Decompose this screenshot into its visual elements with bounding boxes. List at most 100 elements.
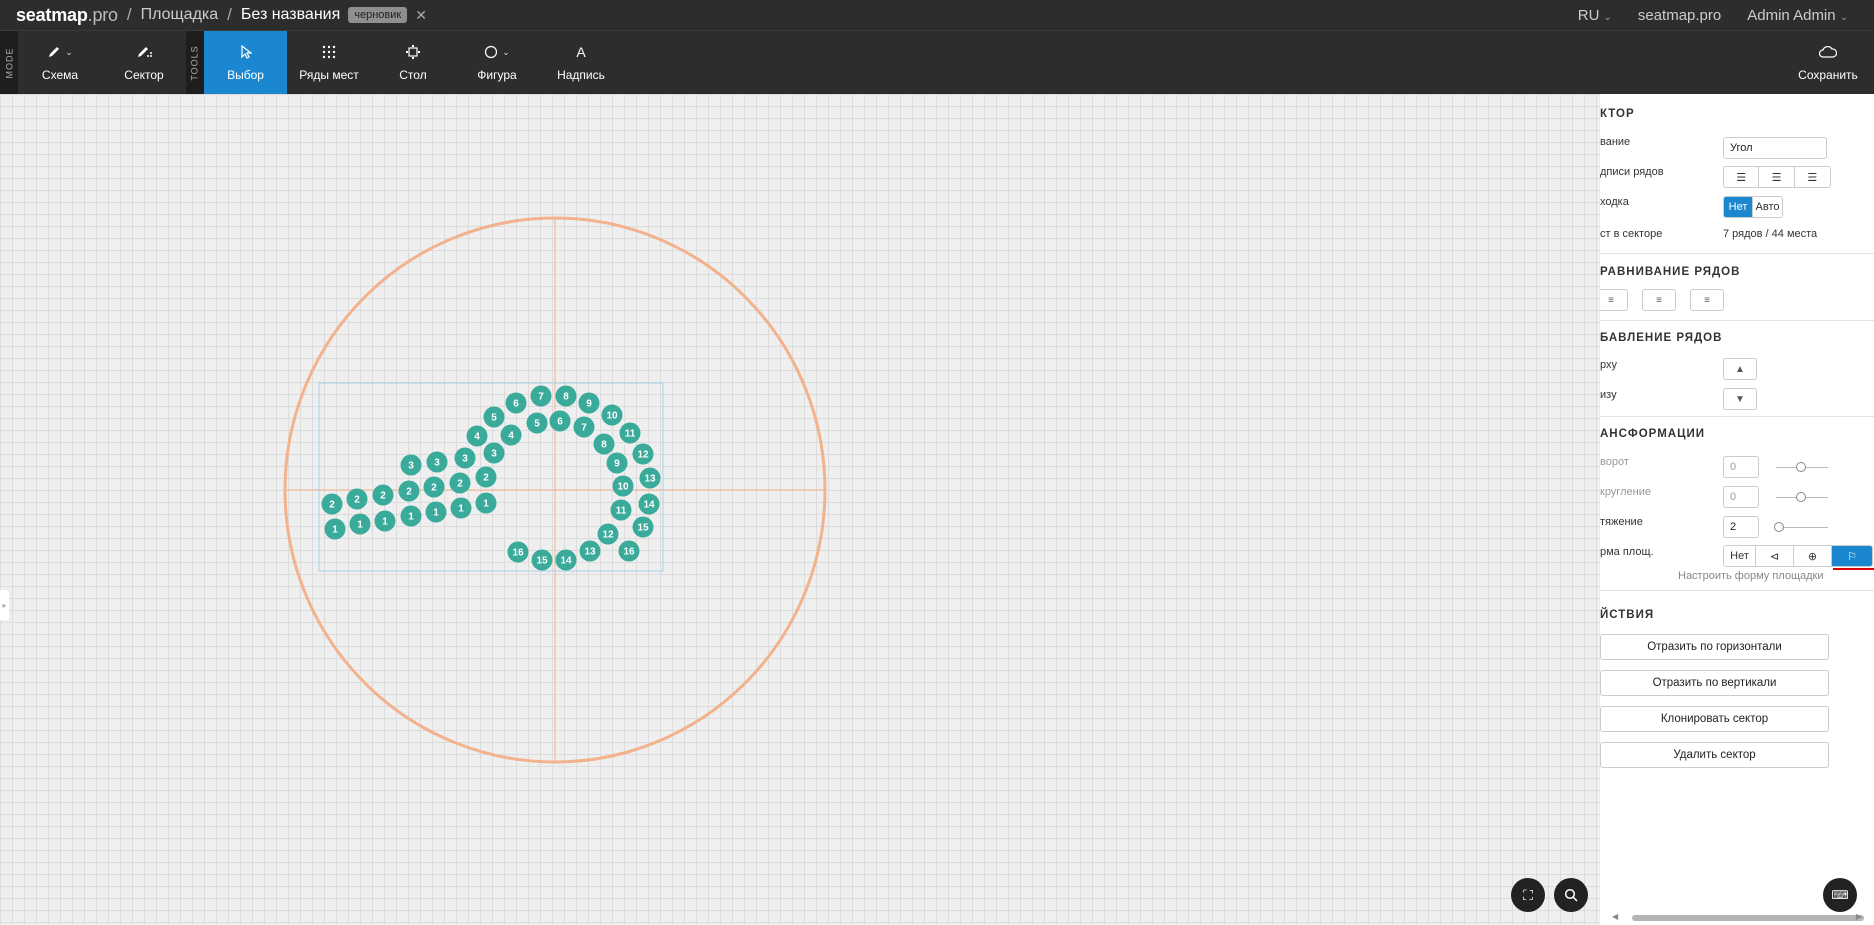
flip-horizontal-button[interactable]: Отразить по горизонтали xyxy=(1600,634,1829,660)
shape-option-none[interactable]: Нет xyxy=(1724,546,1756,566)
user-menu[interactable]: Admin Admin ⌄ xyxy=(1747,7,1848,24)
lead-option-auto[interactable]: Авто xyxy=(1753,197,1782,217)
tool-shape[interactable]: ⌄ Фигура xyxy=(455,31,539,95)
flip-vertical-button[interactable]: Отразить по вертикали xyxy=(1600,670,1829,696)
seat[interactable]: 3 xyxy=(426,451,448,473)
breadcrumb-current[interactable]: Без названия xyxy=(241,6,340,24)
seat[interactable]: 12 xyxy=(632,443,654,465)
seat[interactable]: 2 xyxy=(475,466,497,488)
align-left-button[interactable]: ≡ xyxy=(1600,289,1628,311)
zoom-search-button[interactable] xyxy=(1554,878,1588,912)
seat[interactable]: 1 xyxy=(450,497,472,519)
seat[interactable]: 12 xyxy=(597,523,619,545)
tool-table[interactable]: Стол xyxy=(371,31,455,95)
tool-sector[interactable]: Сектор xyxy=(102,31,186,95)
rotate-slider-knob[interactable] xyxy=(1796,462,1806,472)
seat[interactable]: 2 xyxy=(423,476,445,498)
round-slider-knob[interactable] xyxy=(1796,492,1806,502)
seat[interactable]: 14 xyxy=(638,493,660,515)
language-selector[interactable]: RU ⌄ xyxy=(1578,7,1612,24)
seat[interactable]: 2 xyxy=(398,480,420,502)
breadcrumb-venue[interactable]: Площадка xyxy=(141,6,219,24)
align-center-button[interactable]: ≡ xyxy=(1642,289,1676,311)
seat[interactable]: 15 xyxy=(632,516,654,538)
delete-sector-button[interactable]: Удалить сектор xyxy=(1600,742,1829,768)
lead-option-none[interactable]: Нет xyxy=(1724,197,1754,217)
stretch-slider-knob[interactable] xyxy=(1774,522,1784,532)
stretch-input[interactable] xyxy=(1723,516,1759,538)
seat[interactable]: 4 xyxy=(500,424,522,446)
panel-horizontal-scrollbar[interactable]: ◀ ▶ xyxy=(1612,912,1864,922)
seat[interactable]: 6 xyxy=(549,410,571,432)
seat[interactable]: 9 xyxy=(578,392,600,414)
tool-rows[interactable]: Ряды мест xyxy=(287,31,371,95)
circle-shape[interactable] xyxy=(283,216,827,764)
seat[interactable]: 15 xyxy=(531,549,553,571)
shape-option-arc[interactable]: ⊕ xyxy=(1794,546,1832,566)
seat[interactable]: 2 xyxy=(372,484,394,506)
seat[interactable]: 2 xyxy=(346,488,368,510)
seat[interactable]: 1 xyxy=(400,505,422,527)
row-labels-left-option[interactable]: ☰ xyxy=(1724,167,1760,187)
seat[interactable]: 8 xyxy=(555,385,577,407)
sector-seats[interactable]: 1 1 1 1 1 1 12 2 2 2 2 223 3 3 34 455667 891011121314151… xyxy=(321,385,661,571)
seat[interactable]: 10 xyxy=(601,404,623,426)
seat[interactable]: 11 xyxy=(619,422,641,444)
seat[interactable]: 13 xyxy=(579,540,601,562)
clone-sector-button[interactable]: Клонировать сектор xyxy=(1600,706,1829,732)
rotate-slider[interactable] xyxy=(1776,462,1828,472)
add-row-bottom-button[interactable]: ▼ xyxy=(1723,388,1757,410)
seat[interactable]: 16 xyxy=(618,540,640,562)
site-link[interactable]: seatmap.pro xyxy=(1638,7,1721,24)
rotate-input[interactable] xyxy=(1723,456,1759,478)
tool-schema[interactable]: ⌄ Схема xyxy=(18,31,102,95)
tool-select[interactable]: Выбор xyxy=(204,31,287,95)
stretch-slider[interactable] xyxy=(1774,522,1828,532)
add-row-top-button[interactable]: ▲ xyxy=(1723,358,1757,380)
seat[interactable]: 9 xyxy=(606,452,628,474)
seat[interactable]: 3 xyxy=(454,447,476,469)
seat-number: 15 xyxy=(536,556,548,567)
seat[interactable]: 7 xyxy=(530,385,552,407)
seat[interactable]: 16 xyxy=(507,541,529,563)
shape-option-fan[interactable]: ⊲ xyxy=(1756,546,1794,566)
round-slider[interactable] xyxy=(1776,492,1828,502)
seat[interactable]: 8 xyxy=(593,433,615,455)
fullscreen-button[interactable]: ⛶ xyxy=(1511,878,1545,912)
seat[interactable]: 3 xyxy=(483,442,505,464)
align-right-button[interactable]: ≡ xyxy=(1690,289,1724,311)
seat[interactable]: 1 xyxy=(475,492,497,514)
keyboard-shortcuts-button[interactable]: ⌨ xyxy=(1823,878,1857,912)
seat[interactable]: 1 xyxy=(349,513,371,535)
seat[interactable]: 4 xyxy=(466,425,488,447)
logo[interactable]: seatmap.pro xyxy=(16,5,118,26)
round-input[interactable] xyxy=(1723,486,1759,508)
seat[interactable]: 1 xyxy=(374,510,396,532)
seat[interactable]: 2 xyxy=(449,472,471,494)
left-panel-toggle[interactable]: ▸ xyxy=(0,590,9,620)
shape-option-flag[interactable]: ⚐ xyxy=(1832,546,1872,566)
configure-shape-link[interactable]: Настроить форму площадки xyxy=(1678,570,1824,582)
row-labels-right-option[interactable]: ☰ xyxy=(1759,167,1795,187)
seat[interactable]: 1 xyxy=(425,501,447,523)
seat[interactable]: 7 xyxy=(573,416,595,438)
tool-label[interactable]: A Надпись xyxy=(539,31,623,95)
save-button[interactable]: Сохранить xyxy=(1790,31,1866,95)
map-canvas[interactable]: 1 1 1 1 1 1 1 2 2 2 2 2 2 2 3 3 3 3 4 4 5 5 6 6 7 8 9 10 11 12 13 14 15 1… xyxy=(0,94,1600,925)
seat[interactable]: 13 xyxy=(639,467,661,489)
seat[interactable]: 2 xyxy=(321,493,343,515)
row-labels-both-option[interactable]: ☰ xyxy=(1795,167,1830,187)
seat[interactable]: 3 xyxy=(400,454,422,476)
sector-name-input[interactable] xyxy=(1723,137,1827,159)
close-icon[interactable]: ✕ xyxy=(415,7,427,24)
seat[interactable]: 5 xyxy=(483,406,505,428)
seat[interactable]: 11 xyxy=(610,499,632,521)
seat[interactable]: 6 xyxy=(505,392,527,414)
canvas-drawing[interactable]: 1 1 1 1 1 1 12 2 2 2 2 223 3 3 34 455667 891011121314151… xyxy=(0,94,1600,925)
seat[interactable]: 14 xyxy=(555,549,577,571)
seat-number: 2 xyxy=(380,491,386,502)
seat[interactable]: 5 xyxy=(526,412,548,434)
seat[interactable]: 10 xyxy=(612,475,634,497)
seat[interactable]: 1 xyxy=(324,518,346,540)
scrollbar-thumb[interactable] xyxy=(1632,915,1864,921)
